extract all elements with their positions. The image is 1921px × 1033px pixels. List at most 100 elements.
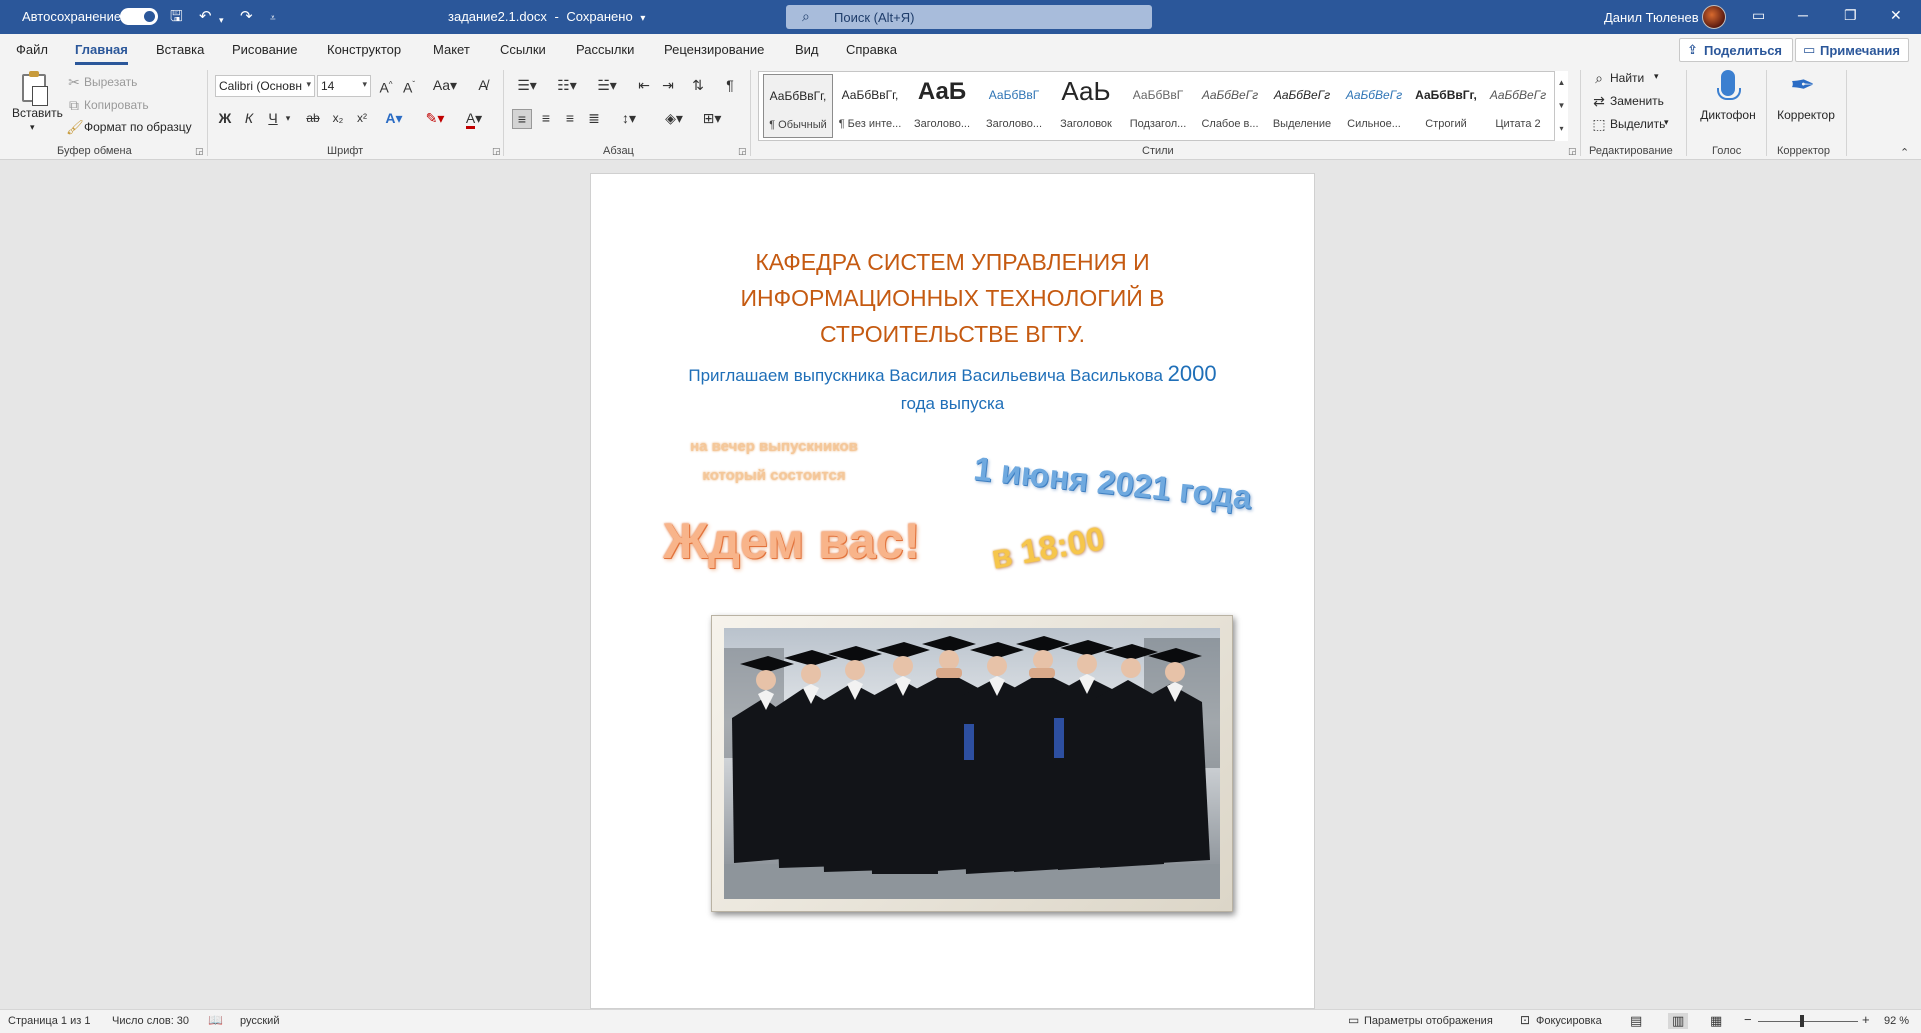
language-indicator[interactable]: русский	[240, 1015, 279, 1027]
borders-icon[interactable]: ⊞▾	[696, 109, 728, 127]
avatar[interactable]	[1702, 5, 1726, 29]
underline-button[interactable]: Ч	[264, 109, 282, 127]
comments-button[interactable]: ▭ Примечания	[1795, 38, 1909, 62]
autosave-toggle[interactable]	[120, 8, 158, 25]
style-title[interactable]: АаЬ Заголовок	[1051, 74, 1121, 138]
subscript-button[interactable]: x₂	[328, 109, 348, 127]
style-intense-emphasis[interactable]: АаБбВеГг Сильное...	[1339, 74, 1409, 138]
wordart-evening[interactable]: на вечер выпускников который состоится	[679, 432, 869, 490]
shrink-font-icon[interactable]: Aˇ	[400, 76, 418, 97]
sort-icon[interactable]: ⇅	[688, 76, 708, 94]
clipboard-launcher-icon[interactable]: ◲	[195, 146, 204, 157]
underline-dropdown-icon[interactable]: ▾	[282, 109, 294, 127]
undo-icon[interactable]: ↶	[199, 7, 212, 27]
style-emphasis[interactable]: АаБбВеГг Выделение	[1267, 74, 1337, 138]
style-strong[interactable]: АаБбВвГг, Строгий	[1411, 74, 1481, 138]
cut-button[interactable]: Вырезать	[84, 75, 137, 89]
justify-icon[interactable]: ≣	[584, 109, 604, 127]
read-mode-icon[interactable]: ▤	[1630, 1013, 1642, 1029]
style-normal[interactable]: АаБбВвГг, ¶ Обычный	[763, 74, 833, 138]
align-center-icon[interactable]: ≡	[536, 109, 556, 127]
share-button[interactable]: ⇪ Поделиться	[1679, 38, 1793, 62]
font-size-select[interactable]: 14 ▾	[317, 75, 371, 97]
invitation-paragraph[interactable]: Приглашаем выпускника Василия Васильевич…	[671, 360, 1234, 418]
tab-draw[interactable]: Рисование	[232, 42, 297, 57]
align-left-icon[interactable]: ≡	[512, 109, 532, 129]
format-painter-button[interactable]: Формат по образцу	[84, 120, 192, 134]
styles-scroll[interactable]: ▲ ▼ ▾	[1554, 71, 1568, 141]
proofing-icon[interactable]: 📖	[208, 1013, 223, 1027]
save-icon[interactable]: 🖫	[170, 7, 183, 27]
zoom-level[interactable]: 92 %	[1884, 1015, 1909, 1027]
display-settings-button[interactable]: Параметры отображения	[1364, 1015, 1493, 1027]
tab-review[interactable]: Рецензирование	[664, 42, 764, 57]
styles-launcher-icon[interactable]: ◲	[1568, 146, 1577, 157]
wordart-date[interactable]: 1 июня 2021 года	[972, 450, 1254, 517]
copy-button[interactable]: Копировать	[84, 98, 149, 112]
print-layout-icon[interactable]: ▥	[1668, 1013, 1689, 1029]
document-page[interactable]: КАФЕДРА СИСТЕМ УПРАВЛЕНИЯ И ИНФОРМАЦИОНН…	[590, 173, 1315, 1009]
font-color-icon[interactable]: A▾	[460, 109, 488, 129]
italic-button[interactable]: К	[240, 109, 258, 127]
show-marks-button[interactable]: ¶	[720, 76, 740, 94]
change-case-icon[interactable]: Aa▾	[430, 76, 460, 94]
replace-button[interactable]: Заменить	[1610, 94, 1664, 108]
tab-help[interactable]: Справка	[846, 42, 897, 57]
focus-button[interactable]: Фокусировка	[1536, 1015, 1602, 1027]
multilevel-list-icon[interactable]: ☱▾	[592, 76, 622, 94]
style-subtitle[interactable]: АаБбВвГ Подзагол...	[1123, 74, 1193, 138]
shading-icon[interactable]: ◈▾	[658, 109, 690, 127]
user-name[interactable]: Данил Тюленев	[1604, 10, 1699, 25]
zoom-slider-thumb[interactable]	[1800, 1015, 1804, 1027]
tab-home[interactable]: Главная	[75, 42, 128, 65]
font-family-select[interactable]: Calibri (Основн ▾	[215, 75, 315, 97]
zoom-out-button[interactable]: −	[1744, 1012, 1752, 1027]
document-title[interactable]: задание2.1.docx - Сохранено ▾	[448, 9, 645, 24]
collapse-ribbon-icon[interactable]: ⌃	[1900, 146, 1909, 159]
zoom-slider-track[interactable]	[1758, 1021, 1858, 1022]
page-indicator[interactable]: Страница 1 из 1	[8, 1015, 90, 1027]
search-box[interactable]: ⌕ Поиск (Alt+Я)	[786, 5, 1152, 29]
highlight-color-icon[interactable]: ✎▾	[420, 109, 450, 127]
tab-file[interactable]: Файл	[16, 42, 48, 57]
decrease-indent-icon[interactable]: ⇤	[634, 76, 654, 94]
paragraph-launcher-icon[interactable]: ◲	[738, 146, 747, 157]
web-layout-icon[interactable]: ▦	[1710, 1013, 1722, 1029]
select-button[interactable]: Выделить	[1610, 117, 1665, 131]
customize-icon[interactable]: ⩡	[270, 9, 276, 29]
restore-icon[interactable]: ❐	[1844, 7, 1857, 24]
wordart-wait[interactable]: Ждем вас!	[663, 512, 920, 570]
more-styles-icon[interactable]: ▾	[1555, 117, 1568, 140]
graduates-photo-frame[interactable]	[711, 615, 1233, 912]
numbering-icon[interactable]: ☷▾	[552, 76, 582, 94]
wordart-time[interactable]: в 18:00	[989, 519, 1108, 576]
strikethrough-button[interactable]: ab	[302, 109, 324, 127]
style-subtle-emphasis[interactable]: АаБбВеГг Слабое в...	[1195, 74, 1265, 138]
bullets-icon[interactable]: ☰▾	[512, 76, 542, 94]
minimize-icon[interactable]: ─	[1798, 7, 1808, 23]
tab-view[interactable]: Вид	[795, 42, 819, 57]
superscript-button[interactable]: x²	[352, 109, 372, 127]
tab-insert[interactable]: Вставка	[156, 42, 204, 57]
text-effects-icon[interactable]: A▾	[382, 109, 406, 127]
grow-font-icon[interactable]: A^	[377, 76, 395, 97]
scroll-down-icon[interactable]: ▼	[1555, 94, 1568, 117]
undo-dropdown-icon[interactable]: ▾	[219, 10, 224, 30]
line-spacing-icon[interactable]: ↕▾	[614, 109, 644, 127]
select-dropdown-icon[interactable]: ▾	[1664, 117, 1669, 128]
tab-references[interactable]: Ссылки	[500, 42, 546, 57]
style-no-spacing[interactable]: АаБбВвГг, ¶ Без инте...	[835, 74, 905, 138]
align-right-icon[interactable]: ≡	[560, 109, 580, 127]
scroll-up-icon[interactable]: ▲	[1555, 71, 1568, 94]
redo-icon[interactable]: ↷	[240, 7, 253, 27]
style-heading-2[interactable]: АаБбВвГ Заголово...	[979, 74, 1049, 138]
find-button[interactable]: Найти	[1610, 71, 1644, 85]
paste-dropdown-icon[interactable]: ▾	[30, 122, 35, 133]
dictate-button[interactable]: Диктофон	[1696, 68, 1760, 140]
paste-label[interactable]: Вставить	[12, 106, 63, 120]
font-launcher-icon[interactable]: ◲	[492, 146, 501, 157]
increase-indent-icon[interactable]: ⇥	[658, 76, 678, 94]
document-heading[interactable]: КАФЕДРА СИСТЕМ УПРАВЛЕНИЯ И ИНФОРМАЦИОНН…	[591, 244, 1314, 352]
style-quote-2[interactable]: АаБбВеГг Цитата 2	[1483, 74, 1553, 138]
find-dropdown-icon[interactable]: ▾	[1654, 71, 1659, 82]
